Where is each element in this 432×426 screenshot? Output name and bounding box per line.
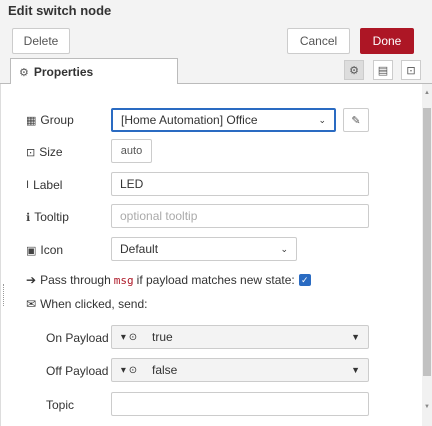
topic-label: Topic bbox=[46, 398, 75, 412]
off-payload-label: Off Payload bbox=[46, 364, 109, 378]
scroll-down-icon[interactable]: ▼ bbox=[423, 404, 431, 414]
arrow-right-icon: ➔ bbox=[26, 273, 37, 287]
off-payload-value[interactable]: false bbox=[152, 363, 177, 377]
splitter-handle[interactable] bbox=[3, 284, 5, 306]
description-tab-icon[interactable]: ▤ bbox=[373, 60, 393, 80]
tray-title: Edit switch node bbox=[8, 3, 112, 18]
scroll-up-icon[interactable]: ▲ bbox=[423, 90, 431, 100]
settings-tab-icon[interactable]: ⚙ bbox=[344, 60, 364, 80]
tab-properties[interactable]: ⚙ Properties bbox=[10, 58, 178, 85]
on-payload-value[interactable]: true bbox=[152, 330, 173, 344]
type-select-button[interactable]: ▾ ⊙ bbox=[112, 359, 146, 381]
delete-button[interactable]: Delete bbox=[12, 28, 70, 54]
table-icon: ▦ bbox=[26, 114, 37, 127]
tray-header: Edit switch node bbox=[0, 0, 432, 24]
when-clicked-row: ✉ When clicked, send: bbox=[26, 297, 147, 311]
pass-through-row: ➔ Pass through msg if payload matches ne… bbox=[26, 273, 311, 287]
off-payload-input[interactable]: ▾ ⊙ false ▼ bbox=[111, 358, 369, 382]
scroll-thumb[interactable] bbox=[423, 108, 431, 376]
splitter[interactable] bbox=[0, 84, 4, 426]
topic-input[interactable] bbox=[111, 392, 369, 416]
chevron-down-icon[interactable]: ▼ bbox=[351, 332, 360, 342]
pass-through-suffix: if payload matches new state: bbox=[136, 273, 295, 287]
label-label: I Label bbox=[26, 178, 63, 192]
size-label: ⊡ Size bbox=[26, 145, 63, 159]
edit-group-button[interactable]: ✎ bbox=[343, 108, 369, 132]
size-icon: ⊡ bbox=[26, 146, 36, 159]
on-payload-input[interactable]: ▾ ⊙ true ▼ bbox=[111, 325, 369, 349]
label-input[interactable]: LED bbox=[111, 172, 369, 196]
group-select[interactable]: [Home Automation] Office ⌄ bbox=[111, 108, 336, 132]
info-icon: ℹ bbox=[26, 211, 31, 224]
chevron-down-icon: ⌄ bbox=[318, 114, 326, 125]
appearance-tab-icon[interactable]: ⊡ bbox=[401, 60, 421, 80]
on-payload-label: On Payload bbox=[46, 331, 109, 345]
icon-select[interactable]: Default ⌄ bbox=[111, 237, 297, 261]
pass-through-checkbox[interactable]: ✓ bbox=[298, 274, 311, 286]
tabs-row: ⚙ Properties ⚙ ▤ ⊡ bbox=[0, 58, 432, 85]
pass-through-prefix: Pass through bbox=[40, 273, 111, 287]
pencil-icon: ✎ bbox=[351, 114, 361, 127]
tray-toolbar: Delete Cancel Done bbox=[0, 24, 432, 56]
cancel-button[interactable]: Cancel bbox=[287, 28, 350, 54]
text-cursor-icon: I bbox=[26, 179, 30, 191]
tab-properties-label: Properties bbox=[33, 65, 94, 79]
chevron-down-icon: ⌄ bbox=[280, 243, 288, 254]
group-label: ▦ Group bbox=[26, 113, 74, 127]
tooltip-label: ℹ Tooltip bbox=[26, 210, 69, 224]
image-icon: ▣ bbox=[26, 244, 37, 257]
gear-icon: ⚙ bbox=[19, 66, 29, 79]
done-button[interactable]: Done bbox=[360, 28, 414, 54]
when-clicked-label: When clicked, send: bbox=[40, 297, 148, 311]
pass-through-code: msg bbox=[113, 273, 134, 287]
size-button[interactable]: auto bbox=[111, 139, 152, 163]
tooltip-input[interactable]: optional tooltip bbox=[111, 204, 369, 228]
icon-label: ▣ Icon bbox=[26, 243, 64, 257]
envelope-icon: ✉ bbox=[26, 297, 37, 311]
chevron-down-icon[interactable]: ▼ bbox=[351, 365, 360, 375]
type-select-button[interactable]: ▾ ⊙ bbox=[112, 326, 146, 348]
